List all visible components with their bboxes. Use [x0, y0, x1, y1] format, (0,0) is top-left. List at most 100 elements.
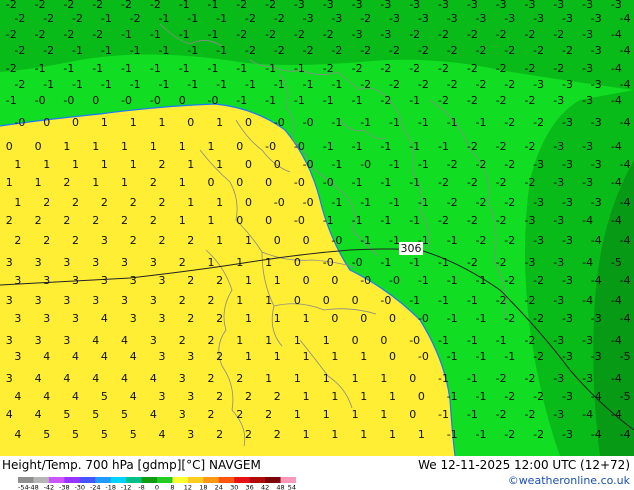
temperature-value: -2: [418, 78, 429, 91]
temperature-value: -2: [525, 94, 536, 107]
temperature-value: -1: [352, 176, 363, 189]
temperature-value: -1: [418, 234, 429, 247]
temperature-value: 2: [179, 256, 186, 269]
temperature-value: 2: [216, 312, 223, 325]
temperature-value: -1: [187, 78, 198, 91]
temperature-value: 3: [179, 408, 186, 421]
temperature-value: -2: [409, 62, 420, 75]
temperature-value: -0: [274, 196, 285, 209]
temperature-value: 1: [216, 234, 223, 247]
temperature-value: 1: [323, 408, 330, 421]
temperature-value: 3: [6, 334, 13, 347]
temperature-value: 1: [418, 428, 425, 441]
temperature-value: 0: [274, 234, 281, 247]
color-scale-bar: -54 -48 -42 -38 -30 -24 -18 -12 -8 0 8 12 18 24 30 36 42…: [18, 477, 296, 490]
temperature-value: -3: [562, 350, 573, 363]
temperature-value: -3: [562, 196, 573, 209]
temperature-value: 2: [208, 294, 215, 307]
temperature-value: -4: [620, 12, 631, 25]
temperature-value: -1: [438, 334, 449, 347]
temperature-value: -5: [611, 256, 622, 269]
temperature-value: 0: [303, 234, 310, 247]
temperature-value: -1: [360, 234, 371, 247]
temperature-value: -1: [409, 214, 420, 227]
temperature-value: -2: [496, 62, 507, 75]
temperature-value: -3: [352, 28, 363, 41]
temperature-value: -1: [352, 140, 363, 153]
temperature-value: -2: [467, 176, 478, 189]
temperature-value: 1: [303, 428, 310, 441]
temperature-value: -1: [409, 256, 420, 269]
temperature-value: -4: [620, 78, 631, 91]
temperature-value: 1: [274, 274, 281, 287]
temperature-value: 1: [187, 158, 194, 171]
color-scale-swatch: [280, 477, 296, 483]
temperature-value: 0: [352, 294, 359, 307]
temperature-value: 0: [208, 176, 215, 189]
temperature-value: -3: [553, 256, 564, 269]
temperature-value: -1: [467, 372, 478, 385]
temperature-value: -1: [179, 62, 190, 75]
temperature-value: 3: [63, 334, 70, 347]
temperature-value: 1: [179, 176, 186, 189]
temperature-value: -3: [582, 28, 593, 41]
temperature-value: 2: [179, 294, 186, 307]
temperature-value: 2: [43, 234, 50, 247]
temperature-value: -2: [447, 158, 458, 171]
temperature-value: -1: [447, 350, 458, 363]
temperature-value: -1: [504, 350, 515, 363]
temperature-value: -4: [620, 116, 631, 129]
temperature-value: 0: [245, 116, 252, 129]
temperature-value: 4: [150, 408, 157, 421]
temperature-value: 0: [265, 176, 272, 189]
temperature-value: -3: [533, 78, 544, 91]
temperature-value: 4: [121, 334, 128, 347]
temperature-value: -3: [553, 408, 564, 421]
temperature-value: 0: [245, 158, 252, 171]
temperature-value: -3: [562, 274, 573, 287]
temperature-value: -2: [533, 428, 544, 441]
temperature-value: -1: [323, 214, 334, 227]
temperature-value: -3: [553, 140, 564, 153]
temperature-value: -1: [294, 62, 305, 75]
temperature-value: -2: [150, 0, 161, 11]
temperature-value: -1: [331, 116, 342, 129]
temperature-value: -2: [476, 196, 487, 209]
temperature-value: -2: [504, 158, 515, 171]
temperature-value: -2: [265, 28, 276, 41]
temperature-value: 1: [331, 390, 338, 403]
temperature-value: 3: [130, 274, 137, 287]
temperature-value: -4: [591, 428, 602, 441]
temperature-value: 1: [380, 372, 387, 385]
temperature-value: -3: [591, 158, 602, 171]
temperature-value: 3: [121, 294, 128, 307]
temperature-value: 0: [35, 140, 42, 153]
color-scale-tick-label: 54: [288, 484, 296, 490]
temperature-value: -2: [533, 350, 544, 363]
credit-link[interactable]: ©weatheronline.co.uk: [508, 474, 630, 487]
temperature-value: -4: [611, 334, 622, 347]
temperature-value: -2: [121, 0, 132, 11]
color-scale-tick-label: -12: [121, 484, 132, 490]
color-scale-swatch: [95, 477, 112, 483]
temperature-value: -1: [360, 196, 371, 209]
temperature-value: 2: [236, 408, 243, 421]
temperature-value: -0: [121, 94, 132, 107]
temperature-value: 2: [236, 372, 243, 385]
temperature-value: -1: [360, 116, 371, 129]
temperature-value: 2: [72, 234, 79, 247]
temperature-value: -1: [35, 62, 46, 75]
color-scale-tick-label: 0: [155, 484, 159, 490]
temperature-value: -1: [323, 94, 334, 107]
temperature-value: -2: [525, 28, 536, 41]
color-scale-swatch: [218, 477, 235, 483]
temperature-value: -2: [380, 94, 391, 107]
temperature-value: -2: [533, 312, 544, 325]
color-scale-swatch: [48, 477, 65, 483]
temperature-value: 2: [208, 334, 215, 347]
temperature-value: -1: [179, 28, 190, 41]
temperature-value: 1: [130, 158, 137, 171]
color-scale-tick-label: 36: [246, 484, 254, 490]
temperature-value: -3: [533, 12, 544, 25]
temperature-value: -1: [380, 256, 391, 269]
